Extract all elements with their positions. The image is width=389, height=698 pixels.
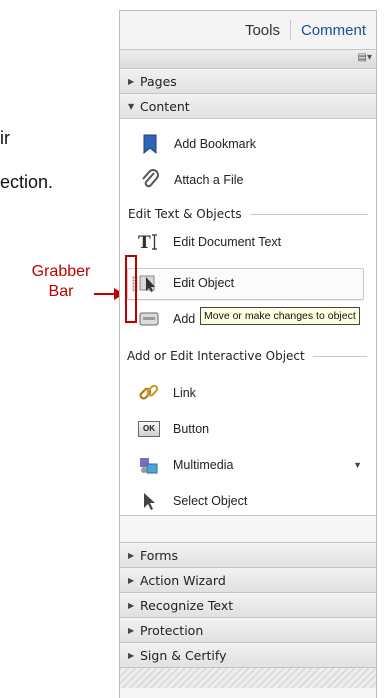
- tool-label: Multimedia: [173, 458, 234, 472]
- grabber-highlight-frame: [125, 255, 137, 323]
- section-label: Protection: [140, 622, 204, 638]
- edit-document-text-tool[interactable]: T Edit Document Text: [137, 229, 281, 255]
- section-label: Forms: [140, 547, 179, 563]
- subheader-label: Add or Edit Interactive Object: [127, 349, 305, 363]
- tool-label: Button: [173, 422, 210, 436]
- tool-label: Add: [173, 312, 196, 326]
- section-protection[interactable]: ▶ Protection: [120, 618, 376, 643]
- tooltip: Move or make changes to object: [200, 307, 360, 325]
- collapse-triangle-icon: ▼: [128, 101, 135, 111]
- svg-text:T: T: [138, 233, 151, 252]
- ok-button-icon-text: OK: [138, 421, 160, 437]
- section-label: Recognize Text: [140, 597, 234, 613]
- background-text-fragment-1: ir: [0, 128, 10, 148]
- expand-triangle-icon: ▶: [128, 600, 135, 610]
- scanner-icon: [137, 307, 161, 331]
- section-pages[interactable]: ▶ Pages: [120, 69, 376, 94]
- tab-comment[interactable]: Comment: [291, 22, 376, 39]
- arrow-cursor-icon: [137, 489, 161, 513]
- tool-label: Edit Document Text: [173, 235, 282, 249]
- add-object-tool[interactable]: Add: [137, 306, 195, 332]
- pane-bottom-gripper: [120, 668, 376, 688]
- ok-button-icon: OK: [137, 417, 161, 441]
- expand-triangle-icon: ▶: [128, 575, 135, 585]
- divider: [312, 355, 367, 357]
- callout-line-1: Grabber: [31, 263, 91, 280]
- collapsed-sections: ▶ Forms ▶ Action Wizard ▶ Recognize Text…: [120, 542, 376, 688]
- edit-object-tool[interactable]: Edit Object: [137, 270, 234, 296]
- button-tool[interactable]: OK Button: [137, 416, 209, 442]
- multimedia-icon: [137, 453, 161, 477]
- section-sign-certify[interactable]: ▶ Sign & Certify: [120, 643, 376, 668]
- text-cursor-icon: T: [137, 230, 161, 254]
- pane-tabs: Tools Comment: [120, 11, 376, 49]
- callout-arrow-line: [94, 293, 116, 295]
- grabber-bar-callout: Grabber Bar: [26, 262, 96, 302]
- link-tool[interactable]: Link: [137, 380, 196, 406]
- pane-options-bar: ▤▾: [120, 49, 376, 69]
- chain-link-icon: [137, 381, 161, 405]
- tool-label: Edit Object: [173, 276, 235, 290]
- section-content[interactable]: ▼ Content: [120, 94, 376, 119]
- section-label: Action Wizard: [140, 572, 226, 588]
- background-text-fragment-2: ection.: [0, 172, 54, 192]
- content-tools-overlay: T Edit Document Text Edit Object Add Mov…: [119, 140, 377, 536]
- multimedia-tool[interactable]: Multimedia ▼: [137, 452, 362, 478]
- section-label: Sign & Certify: [140, 647, 227, 663]
- dropdown-arrow-icon[interactable]: ▼: [353, 460, 362, 470]
- edit-object-icon: [137, 271, 161, 295]
- tool-label: Select Object: [173, 494, 248, 508]
- section-action-wizard[interactable]: ▶ Action Wizard: [120, 568, 376, 593]
- section-label: Pages: [140, 73, 177, 89]
- callout-line-2: Bar: [48, 283, 74, 300]
- section-recognize-text[interactable]: ▶ Recognize Text: [120, 593, 376, 618]
- expand-triangle-icon: ▶: [128, 550, 135, 560]
- select-object-tool[interactable]: Select Object: [137, 488, 247, 514]
- expand-triangle-icon: ▶: [128, 625, 135, 635]
- expand-triangle-icon: ▶: [128, 76, 135, 86]
- tool-label: Link: [173, 386, 196, 400]
- tab-tools[interactable]: Tools: [235, 22, 290, 39]
- section-label: Content: [140, 98, 190, 114]
- options-menu-icon[interactable]: ▤▾: [358, 52, 372, 63]
- section-forms[interactable]: ▶ Forms: [120, 542, 376, 568]
- interactive-object-header: Add or Edit Interactive Object: [127, 349, 367, 363]
- expand-triangle-icon: ▶: [128, 650, 135, 660]
